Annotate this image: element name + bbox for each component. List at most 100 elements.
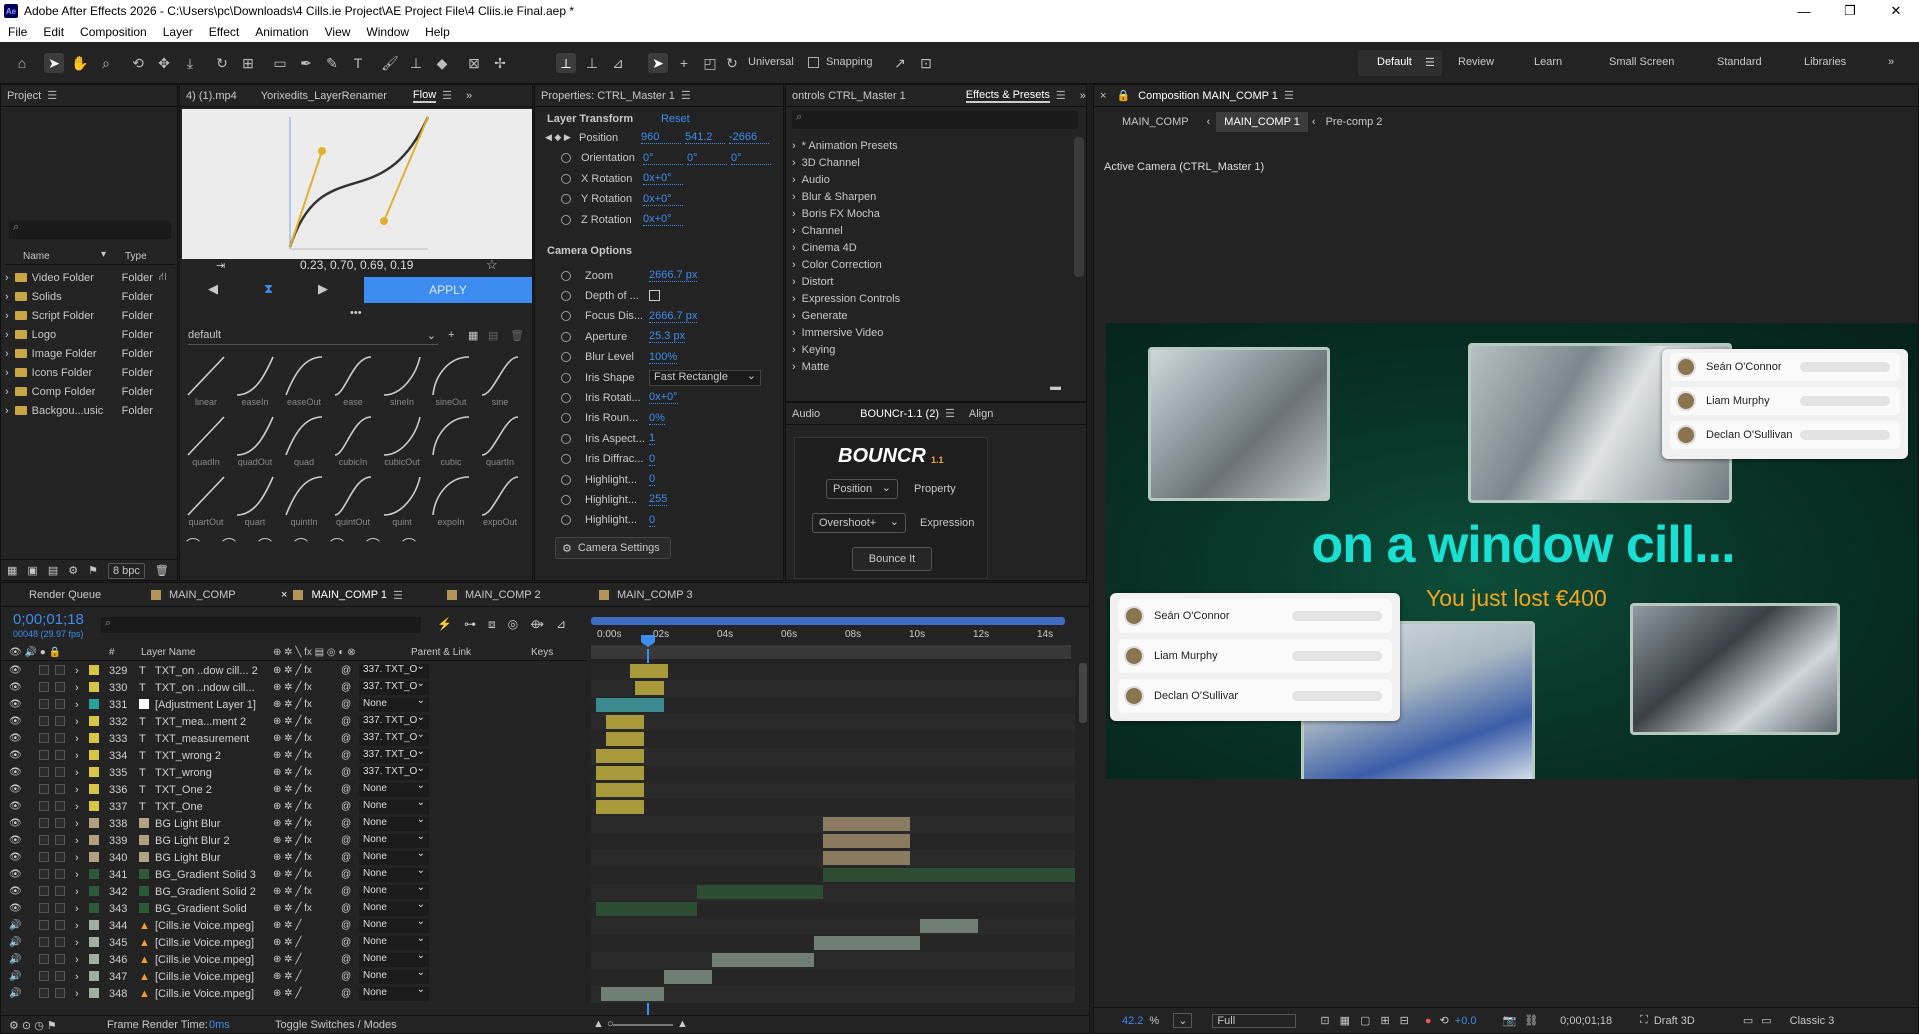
pick-whip-icon[interactable]: @ [341, 852, 351, 863]
zoom-value[interactable]: 42.2 [1122, 1015, 1143, 1027]
table-row[interactable]: 🔊 › 347 ▲ [Cills.ie Voice.mpeg] ⊕ ✲ ╱ @ None [1, 967, 1075, 986]
expand-chevron-icon[interactable]: › [792, 242, 796, 254]
layer-duration-bar[interactable] [605, 732, 645, 746]
list-item[interactable]: › Logo Folder [5, 326, 175, 343]
table-row[interactable]: 👁 › 331 [Adjustment Layer 1] ⊕ ✲ ╱ fx @ None [1, 695, 1075, 714]
layer-duration-bar[interactable] [813, 936, 921, 950]
tab-effects-presets[interactable]: Effects & Presets [965, 89, 1050, 103]
expand-chevron-icon[interactable]: › [75, 682, 79, 694]
effects-scrollbar[interactable] [1074, 137, 1084, 277]
expand-chevron-icon[interactable]: › [792, 310, 796, 322]
parent-dropdown[interactable]: 337. TXT_O [359, 729, 429, 746]
label-color-swatch[interactable] [89, 733, 99, 743]
expand-chevron-icon[interactable]: › [5, 291, 9, 303]
stopwatch-icon[interactable] [561, 270, 571, 281]
ease-preset-expoIn[interactable]: expoIn [431, 475, 471, 527]
label-color-swatch[interactable] [89, 784, 99, 794]
parent-dropdown[interactable]: None [359, 695, 429, 712]
solo-switch[interactable] [39, 750, 49, 760]
stopwatch-icon[interactable] [561, 392, 571, 403]
solo-switch[interactable] [39, 835, 49, 845]
tab-flow[interactable]: Flow [412, 89, 437, 103]
camera-property-value[interactable]: 1 [649, 432, 656, 446]
col-layer-name[interactable]: Layer Name [141, 647, 195, 658]
label-color-swatch[interactable] [89, 818, 99, 828]
tab-layer-renamer[interactable]: Yorixedits_LayerRenamer [261, 90, 387, 102]
panel-menu-icon[interactable]: ☰ [393, 589, 403, 602]
zoom-dropdown-icon[interactable]: ⌄ [1173, 1013, 1193, 1028]
switches-header[interactable]: ⊕ ✲ ╲ fx ▤ ◎ ◐ ⊗ [273, 647, 356, 658]
tab-main-comp-1[interactable]: MAIN_COMP 1 [311, 589, 387, 601]
anchor-tool-icon[interactable]: ⊞ [238, 53, 258, 73]
expand-chevron-icon[interactable]: › [75, 699, 79, 711]
ease-preset-quint[interactable]: quint [382, 475, 422, 527]
table-row[interactable]: 👁 › 330 T TXT_on ..ndow cill... ⊕ ✲ ╱ fx @337.… [1, 678, 1075, 697]
label-color-swatch[interactable] [89, 937, 99, 947]
rectangle-tool-icon[interactable]: ▭ [270, 53, 290, 73]
eye-icon[interactable]: 👁 [9, 835, 22, 846]
layer-name[interactable]: BG Light Blur [155, 852, 263, 864]
lock-switch[interactable] [55, 852, 65, 862]
parent-dropdown[interactable]: None [359, 882, 429, 899]
exposure-value[interactable]: +0.0 [1455, 1015, 1477, 1027]
layer-duration-bar[interactable] [595, 800, 645, 814]
parent-dropdown[interactable]: None [359, 848, 429, 865]
list-item[interactable]: › Image Folder Folder [5, 345, 175, 362]
layer-name[interactable]: TXT_on ..ndow cill... [155, 682, 263, 694]
show-snapshot-icon[interactable]: ⛓ [1524, 1014, 1538, 1027]
lock-switch[interactable] [55, 886, 65, 896]
expand-chevron-icon[interactable]: › [75, 750, 79, 762]
bezier-curve-editor[interactable] [182, 109, 532, 339]
layer-duration-bar[interactable] [595, 766, 645, 780]
local-axis-icon[interactable]: ⟂ [556, 53, 576, 73]
ease-preset-quadIn[interactable]: quadIn [186, 415, 226, 467]
layer-switches[interactable]: ⊕ ✲ ╱ fx [273, 733, 312, 744]
fast-preview-icon[interactable]: ▭ [1761, 1014, 1771, 1027]
layer-name[interactable]: [Cills.ie Voice.mpeg] [155, 954, 263, 966]
ease-preset-quadOut[interactable]: quadOut [235, 415, 275, 467]
tab-main-comp-3[interactable]: MAIN_COMP 3 [617, 589, 693, 601]
selection-3d-icon[interactable]: ➤ [648, 53, 668, 73]
layer-switches[interactable]: ⊕ ✲ ╱ fx [273, 750, 312, 761]
camera-property-value[interactable]: 0 [649, 473, 656, 486]
flowchart-icon[interactable]: ⛙ [159, 271, 167, 285]
col-name-header[interactable]: Name [23, 251, 50, 262]
parent-dropdown[interactable]: 337. TXT_O [359, 678, 429, 695]
brush-tool-icon[interactable]: 🖌 [380, 53, 400, 73]
eye-icon[interactable]: 👁 [9, 750, 22, 761]
label-color-swatch[interactable] [89, 971, 99, 981]
list-item[interactable]: › Comp Folder Folder [5, 383, 175, 400]
pick-whip-icon[interactable]: @ [341, 665, 351, 676]
expand-chevron-icon[interactable]: › [792, 191, 796, 203]
expand-chevron-icon[interactable]: › [5, 367, 9, 379]
ease-preset-linear[interactable]: linear [186, 355, 226, 407]
maximize-icon[interactable]: ❐ [1827, 0, 1873, 22]
pick-whip-icon[interactable]: @ [341, 954, 351, 965]
tab-render-queue[interactable]: Render Queue [29, 583, 101, 607]
menu-window[interactable]: Window [358, 25, 417, 39]
layer-name[interactable]: TXT_wrong 2 [155, 750, 263, 762]
ease-preset-sineOut[interactable]: sineOut [431, 355, 471, 407]
resolution-dropdown[interactable]: Full [1212, 1013, 1297, 1028]
effect-category[interactable]: › Matte [792, 358, 1072, 375]
camera-property-value[interactable]: 0x+0° [649, 391, 678, 405]
layer-duration-bar[interactable] [595, 902, 698, 916]
pick-whip-icon[interactable]: @ [341, 869, 351, 880]
3d-view-icon[interactable]: ⊟ [1400, 1014, 1409, 1027]
expand-chevron-icon[interactable]: › [792, 225, 796, 237]
label-color-swatch[interactable] [89, 835, 99, 845]
parent-dropdown[interactable]: None [359, 899, 429, 916]
draft-3d-icon[interactable]: ⛶ [1640, 1014, 1648, 1027]
effect-category[interactable]: › Keying [792, 341, 1072, 358]
hand-tool-icon[interactable]: ✋ [70, 53, 90, 73]
depth-of-field-checkbox[interactable] [649, 290, 660, 302]
renderer-mode[interactable]: Classic 3 [1790, 1015, 1835, 1027]
workspace-default[interactable]: Default [1377, 56, 1412, 68]
eraser-tool-icon[interactable]: ◆ [432, 53, 452, 73]
expand-chevron-icon[interactable]: › [792, 327, 796, 339]
pick-whip-icon[interactable]: @ [341, 750, 351, 761]
layer-switches[interactable]: ⊕ ✲ ╱ fx [273, 665, 312, 676]
pick-whip-icon[interactable]: @ [341, 682, 351, 693]
effect-category[interactable]: › Distort [792, 273, 1072, 290]
pick-whip-icon[interactable]: @ [341, 971, 351, 982]
